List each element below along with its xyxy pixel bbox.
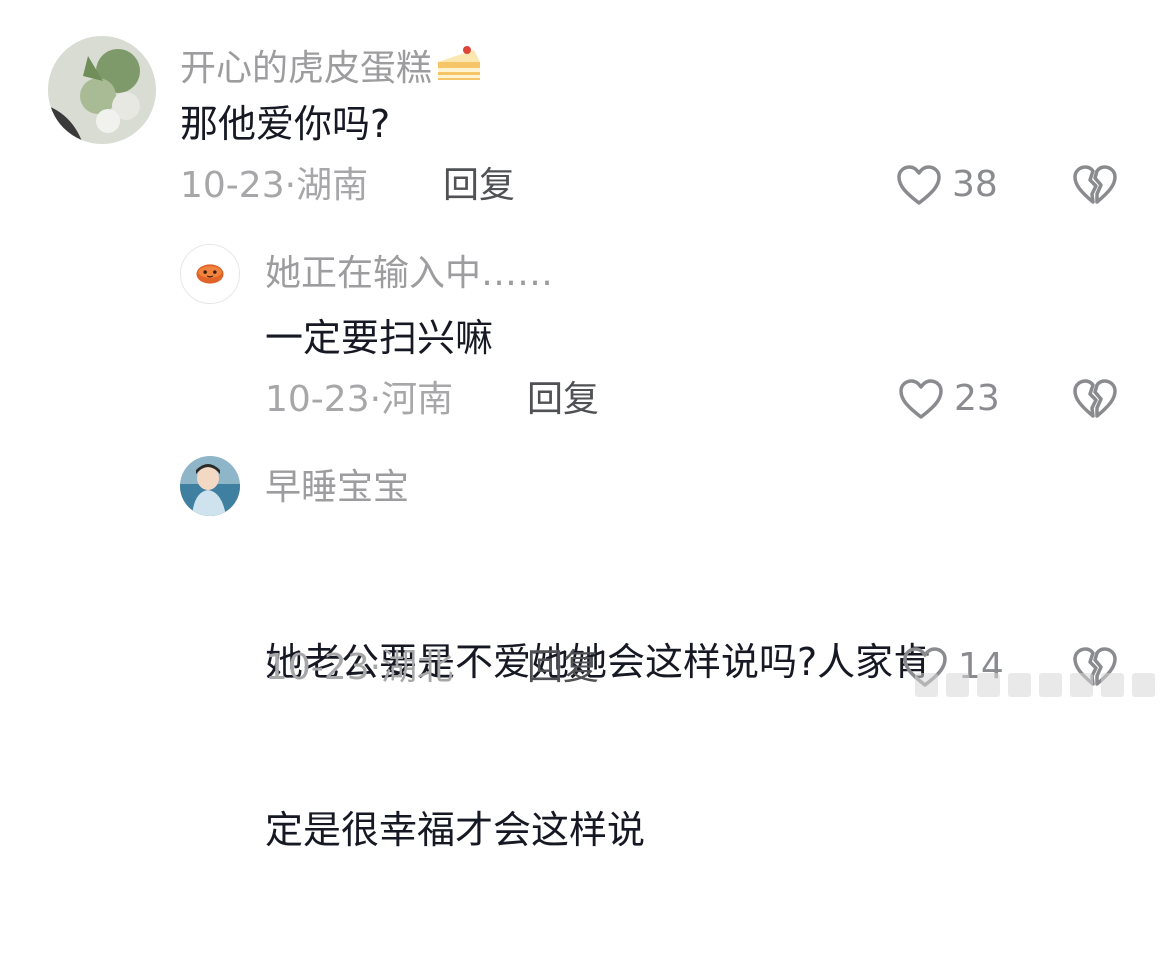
watermark-glyph bbox=[946, 673, 969, 697]
watermark bbox=[915, 660, 1155, 710]
comment-text: 一定要扫兴嘛 bbox=[265, 316, 494, 360]
watermark-glyph bbox=[1070, 673, 1093, 697]
reply-button[interactable]: 回复 bbox=[527, 650, 599, 686]
comment-date: 10-23· bbox=[265, 379, 382, 420]
like-button[interactable]: 23 bbox=[898, 378, 1000, 420]
comment-date: 10-23· bbox=[265, 647, 382, 688]
watermark-glyph bbox=[1008, 673, 1031, 697]
broken-heart-icon bbox=[1073, 165, 1117, 204]
avatar-image bbox=[181, 245, 239, 303]
heart-icon bbox=[899, 379, 943, 419]
cake-emoji-icon bbox=[434, 44, 484, 91]
watermark-glyph bbox=[915, 673, 938, 697]
avatar[interactable] bbox=[180, 456, 240, 516]
avatar[interactable] bbox=[180, 244, 240, 304]
comment-meta: 10-23·河南 bbox=[265, 382, 453, 418]
avatar-image bbox=[180, 456, 240, 516]
like-count: 38 bbox=[952, 164, 998, 205]
watermark-glyph bbox=[977, 673, 1000, 697]
watermark-glyph bbox=[1132, 673, 1155, 697]
comment-username[interactable]: 早睡宝宝 bbox=[265, 470, 409, 506]
heart-icon bbox=[897, 165, 941, 205]
comment-username[interactable]: 她正在输入中…… bbox=[265, 256, 553, 292]
avatar-image bbox=[48, 36, 156, 144]
like-button[interactable]: 38 bbox=[896, 164, 998, 206]
comment-meta: 10-23·湖北 bbox=[265, 650, 453, 686]
comment-date: 10-23· bbox=[180, 165, 297, 206]
comment-username[interactable]: 开心的虎皮蛋糕 bbox=[180, 44, 484, 91]
reply-button[interactable]: 回复 bbox=[527, 382, 599, 418]
like-count: 23 bbox=[954, 378, 1000, 419]
comment-text: 那他爱你吗? bbox=[180, 102, 391, 146]
reply-button[interactable]: 回复 bbox=[443, 168, 515, 204]
comment-text: 她老公要是不爱她她会这样说吗?人家肯 定是很幸福才会这样说 bbox=[265, 522, 931, 970]
comment-location: 湖南 bbox=[296, 165, 369, 206]
watermark-glyph bbox=[1039, 673, 1062, 697]
watermark-glyph bbox=[1101, 673, 1124, 697]
dislike-button[interactable] bbox=[1072, 378, 1118, 420]
comment-meta: 10-23·湖南 bbox=[180, 168, 368, 204]
broken-heart-icon bbox=[1073, 379, 1117, 418]
comment-text-line: 定是很幸福才会这样说 bbox=[265, 808, 646, 852]
avatar[interactable] bbox=[48, 36, 156, 144]
comment-location: 河南 bbox=[381, 379, 454, 420]
dislike-button[interactable] bbox=[1072, 164, 1118, 206]
comment-location: 湖北 bbox=[381, 647, 454, 688]
